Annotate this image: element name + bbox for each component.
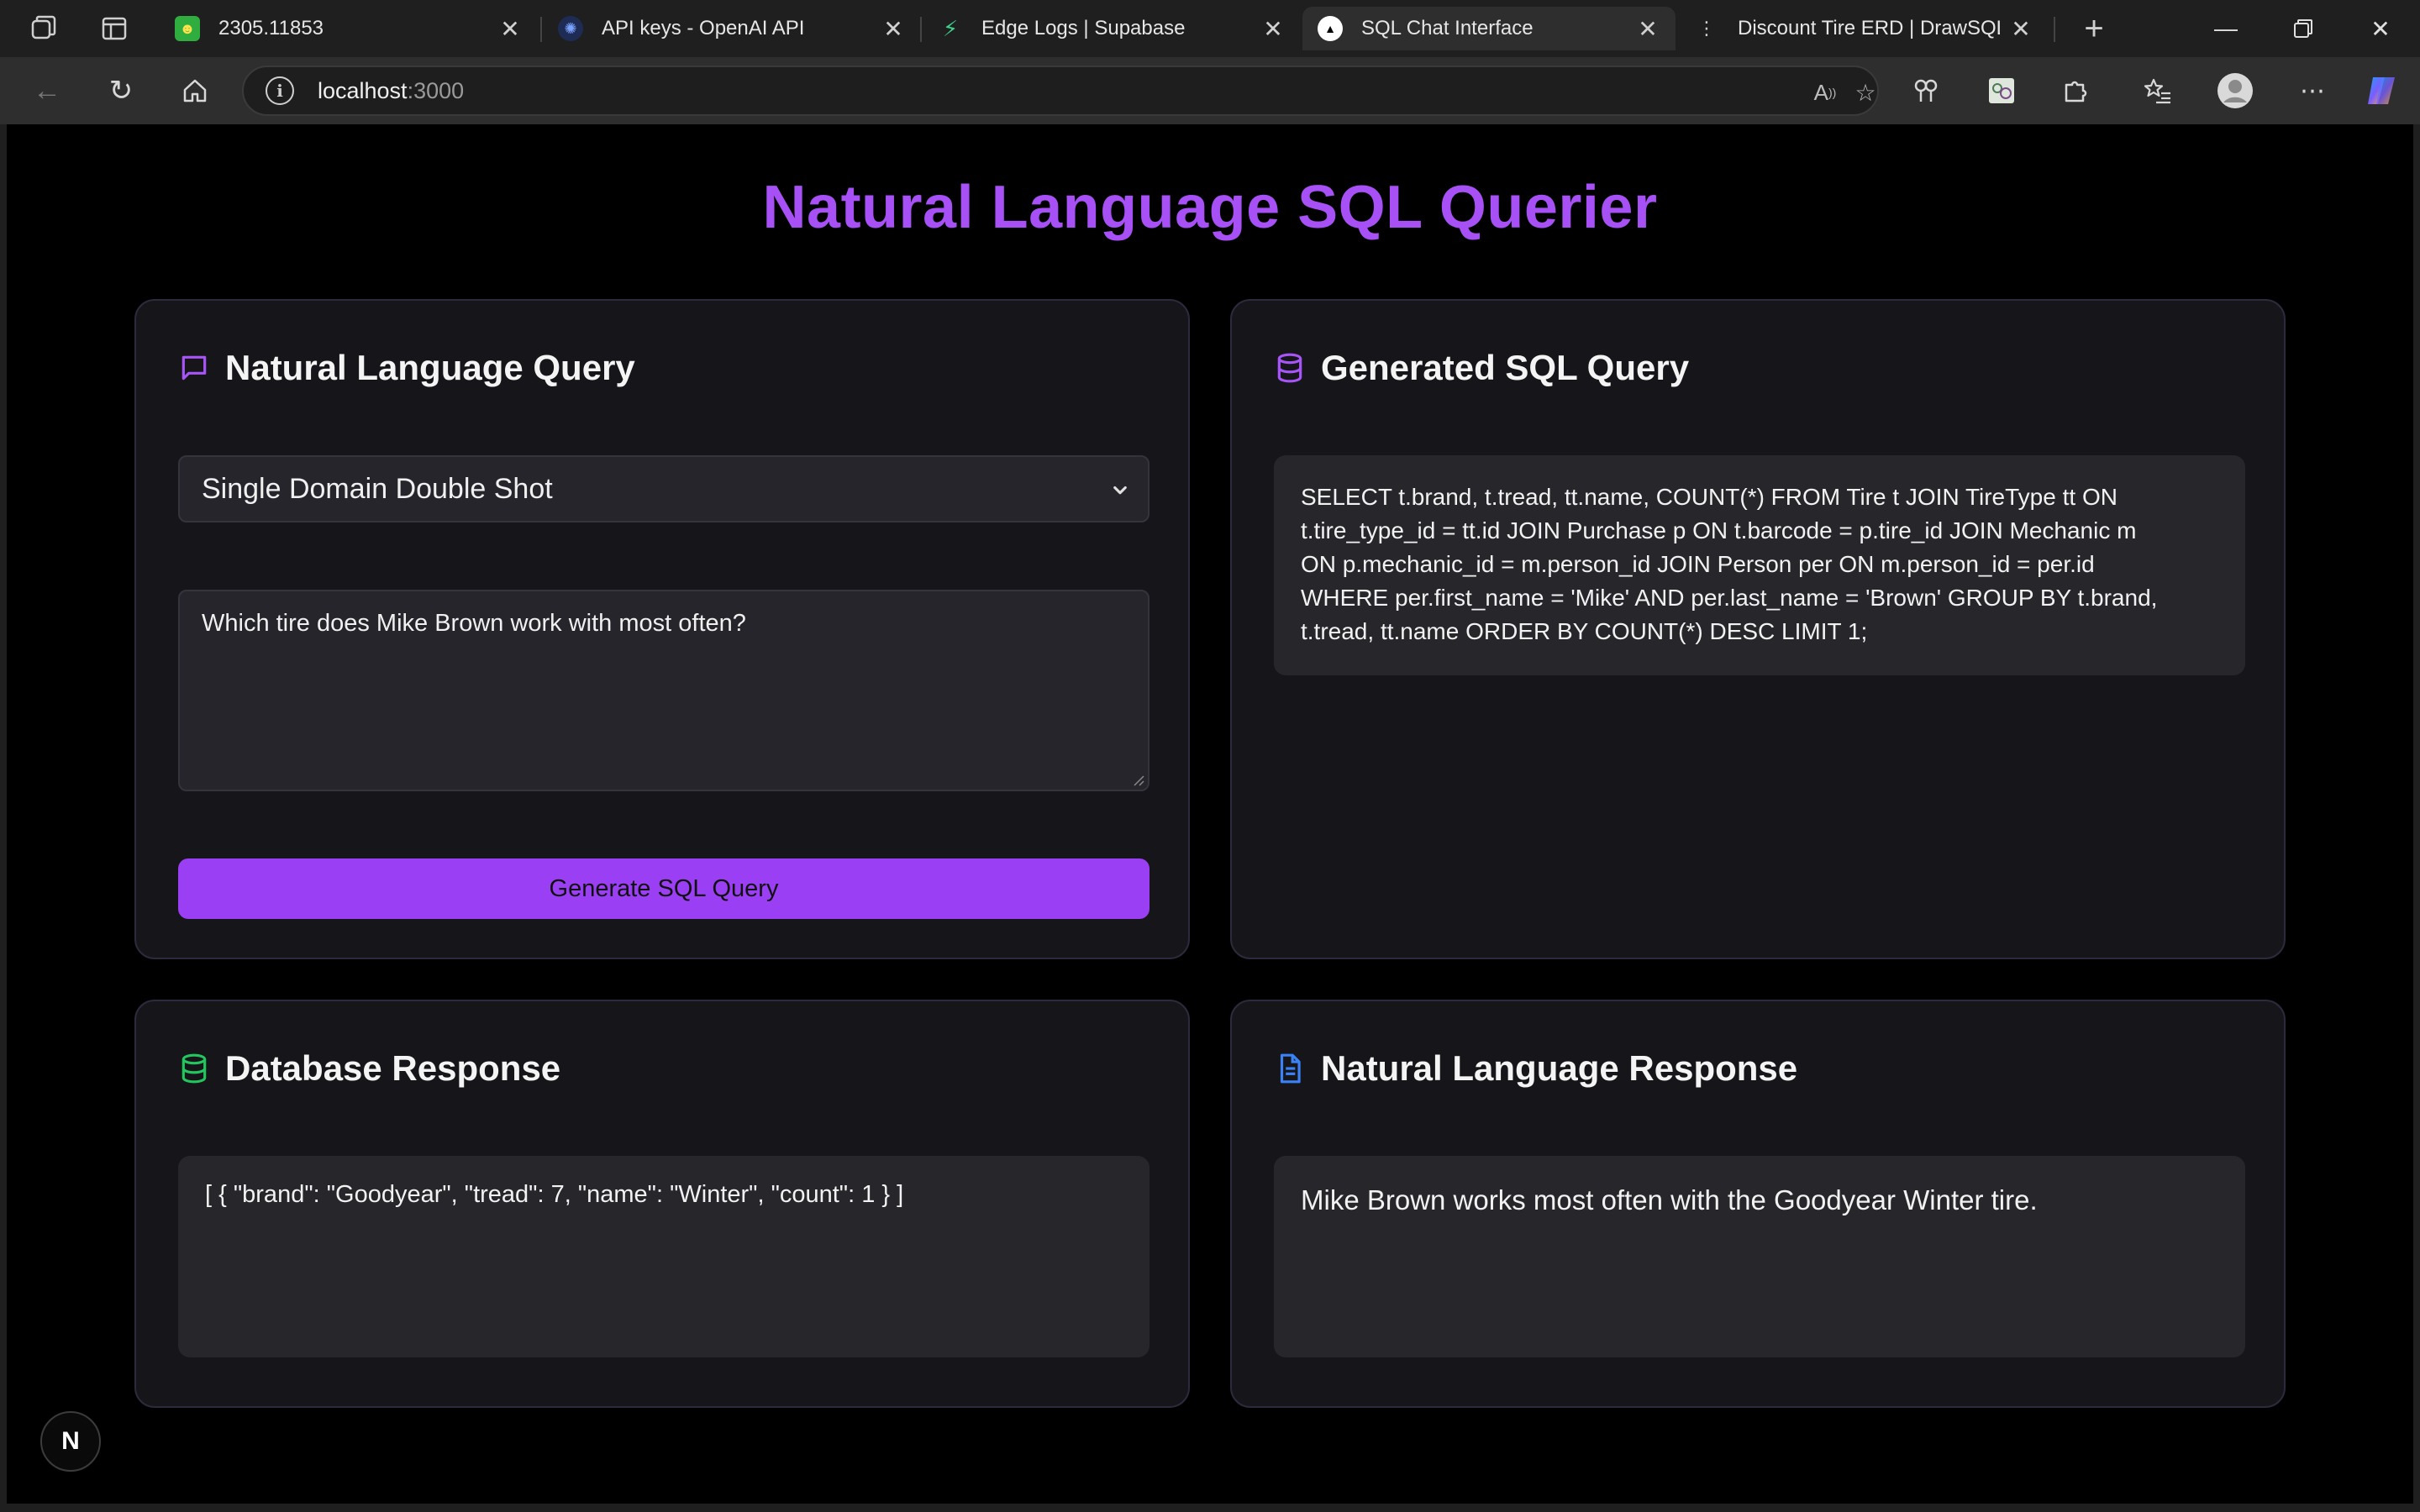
natural-language-response-card: Natural Language Response Mike Brown wor…	[1230, 1000, 2286, 1408]
browser-tab-active[interactable]: ▲ SQL Chat Interface ✕	[1302, 7, 1676, 50]
tab-title: API keys - OpenAI API	[602, 17, 805, 39]
address-bar[interactable]: i localhost:3000 A)) ☆	[242, 66, 1879, 116]
document-icon	[1280, 1053, 1301, 1084]
natural-language-query-card: Natural Language Query Single Domain Dou…	[134, 299, 1190, 959]
minimize-icon[interactable]: —	[2188, 8, 2264, 49]
tab-title: 2305.11853	[218, 17, 324, 39]
more-options-icon[interactable]: ⋯	[2291, 69, 2334, 113]
database-icon	[182, 1053, 207, 1084]
tab-separator	[540, 17, 542, 42]
database-response-text: [ { "brand": "Goodyear", "tread": 7, "na…	[205, 1181, 904, 1208]
card-title: Generated SQL Query	[1321, 348, 1690, 387]
copilot-icon[interactable]	[2360, 69, 2403, 113]
refresh-icon[interactable]: ↻	[99, 69, 143, 113]
query-mode-value: Single Domain Double Shot	[202, 472, 553, 505]
passwords-icon[interactable]	[1904, 69, 1948, 113]
close-tab-icon[interactable]: ✕	[497, 15, 523, 43]
extensions-puzzle-icon[interactable]	[2054, 69, 2097, 113]
browser-tab[interactable]: ✺ API keys - OpenAI API ✕	[543, 7, 921, 50]
database-icon	[1277, 353, 1302, 383]
tab-title: Discount Tire ERD | DrawSQL	[1738, 17, 2000, 39]
drawsql-icon: ⋮	[1697, 18, 1716, 39]
natural-language-response-text: Mike Brown works most often with the Goo…	[1301, 1184, 2038, 1215]
openai-icon: ✺	[558, 16, 583, 41]
read-aloud-icon[interactable]: A))	[1807, 76, 1844, 109]
triangle-icon: ▲	[1318, 16, 1343, 41]
card-header: Generated SQL Query	[1274, 348, 1689, 388]
card-title: Database Response	[225, 1048, 561, 1088]
close-tab-icon[interactable]: ✕	[2008, 15, 2033, 43]
tab-separator	[920, 17, 922, 42]
database-response-card: Database Response [ { "brand": "Goodyear…	[134, 1000, 1190, 1408]
resize-handle-icon[interactable]	[1133, 774, 1144, 786]
generated-sql-card: Generated SQL Query SELECT t.brand, t.tr…	[1230, 299, 2286, 959]
lightning-icon: ⚡	[942, 15, 959, 41]
sql-line: t.tire_type_id = tt.id JOIN Purchase p O…	[1301, 517, 2137, 543]
card-header: Natural Language Response	[1274, 1048, 1797, 1089]
card-header: Database Response	[178, 1048, 560, 1089]
new-tab-icon[interactable]: +	[2077, 10, 2111, 47]
smiley-icon: ☻	[175, 16, 200, 41]
sql-line: WHERE per.first_name = 'Mike' AND per.la…	[1301, 585, 2158, 611]
natural-language-output-box: Mike Brown works most often with the Goo…	[1274, 1156, 2245, 1357]
tab-actions-icon[interactable]	[97, 12, 131, 45]
home-icon[interactable]	[173, 69, 217, 113]
browser-tab[interactable]: ⚡ Edge Logs | Supabase ✕	[923, 7, 1301, 50]
page-viewport: Natural Language SQL Querier Natural Lan…	[7, 124, 2413, 1504]
query-mode-select[interactable]: Single Domain Double Shot	[178, 455, 1150, 522]
question-textarea[interactable]: Which tire does Mike Brown work with mos…	[178, 590, 1150, 791]
favorite-star-icon[interactable]: ☆	[1847, 76, 1884, 109]
database-output-box: [ { "brand": "Goodyear", "tread": 7, "na…	[178, 1156, 1150, 1357]
close-tab-icon[interactable]: ✕	[881, 15, 906, 43]
site-info-icon[interactable]: i	[266, 76, 294, 105]
browser-toolbar: ← ↻ i localhost:3000 A)) ☆ ⋯	[0, 57, 2420, 124]
close-tab-icon[interactable]: ✕	[1635, 15, 1660, 43]
favorites-icon[interactable]	[2136, 69, 2180, 113]
address-port: :3000	[407, 77, 465, 103]
card-title: Natural Language Query	[225, 348, 635, 387]
tab-title: Edge Logs | Supabase	[981, 17, 1186, 39]
card-header: Natural Language Query	[178, 348, 635, 388]
chat-bubble-icon	[182, 355, 207, 381]
close-tab-icon[interactable]: ✕	[1260, 15, 1286, 43]
generate-sql-button[interactable]: Generate SQL Query	[178, 858, 1150, 919]
sql-line: ON p.mechanic_id = m.person_id JOIN Pers…	[1301, 551, 2095, 577]
question-text: Which tire does Mike Brown work with mos…	[202, 610, 746, 637]
nextjs-dev-badge[interactable]: N	[40, 1411, 101, 1472]
browser-tab-bar: ☻ 2305.11853 ✕ ✺ API keys - OpenAI API ✕…	[0, 0, 2420, 57]
chevron-down-icon	[1113, 486, 1127, 495]
card-title: Natural Language Response	[1321, 1048, 1798, 1088]
restore-icon[interactable]	[2265, 8, 2341, 49]
profile-avatar-icon[interactable]	[2213, 69, 2257, 113]
page-title: Natural Language SQL Querier	[762, 174, 1658, 241]
workspaces-icon[interactable]	[27, 12, 60, 45]
back-icon[interactable]: ←	[25, 69, 69, 113]
tab-title: SQL Chat Interface	[1361, 17, 1534, 39]
tab-separator	[2054, 17, 2055, 42]
close-window-icon[interactable]: ✕	[2343, 8, 2418, 49]
sql-line: t.tread, tt.name ORDER BY COUNT(*) DESC …	[1301, 618, 1868, 644]
sql-line: SELECT t.brand, t.tread, tt.name, COUNT(…	[1301, 484, 2118, 510]
sql-output-box: SELECT t.brand, t.tread, tt.name, COUNT(…	[1274, 455, 2245, 675]
extension-image-icon[interactable]	[1980, 69, 2023, 113]
browser-tab[interactable]: ☻ 2305.11853 ✕	[160, 7, 538, 50]
address-host: localhost	[318, 77, 408, 103]
browser-tab[interactable]: ⋮ Discount Tire ERD | DrawSQL ✕	[1679, 7, 2049, 50]
